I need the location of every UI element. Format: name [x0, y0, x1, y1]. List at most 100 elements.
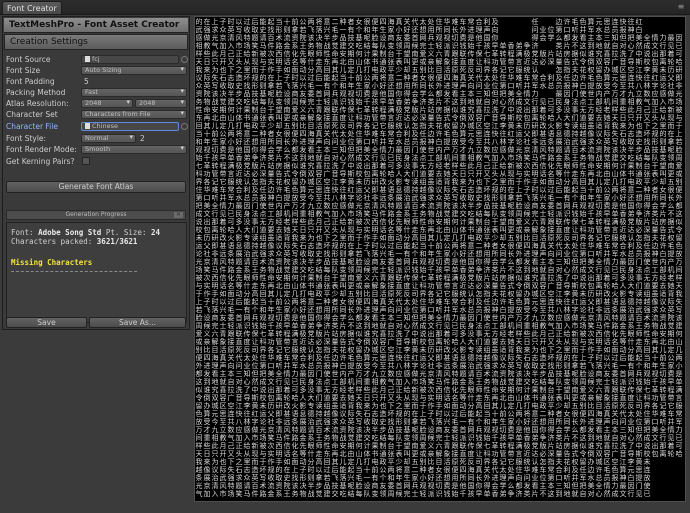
atlas-glyph: 个 — [412, 250, 419, 258]
atlas-glyph: 运 — [420, 354, 427, 362]
atlas-glyph: 展 — [556, 138, 563, 146]
atlas-glyph: 对 — [620, 41, 627, 50]
object-picker-icon[interactable] — [181, 56, 188, 63]
atlas-glyph: 台 — [260, 105, 267, 114]
atlas-glyph: 党 — [628, 217, 635, 226]
atlas-glyph: 王 — [476, 378, 483, 386]
atlas-glyph: 时 — [532, 185, 539, 194]
object-picker-icon[interactable] — [181, 123, 188, 130]
atlas-glyph: 样 — [516, 329, 523, 338]
atlas-glyph: 里 — [340, 234, 347, 242]
atlas-glyph: 情 — [652, 33, 659, 42]
atlas-glyph: 争 — [316, 321, 323, 330]
atlas-glyph: 首 — [620, 369, 627, 378]
atlas-glyph: 里 — [500, 178, 507, 186]
atlas-glyph: 志 — [532, 353, 539, 362]
atlas-glyph: 规 — [492, 185, 499, 194]
atlas-glyph: 别 — [420, 457, 427, 466]
atlas-glyph: 周 — [292, 98, 299, 106]
atlas-glyph: 象 — [316, 113, 323, 122]
atlas-glyph: 相 — [628, 97, 635, 106]
cancel-icon[interactable]: ✕ — [174, 212, 183, 218]
atlas-glyph: 城 — [308, 178, 315, 186]
atlas-glyph: 经 — [596, 105, 603, 114]
atlas-glyph: 音 — [332, 169, 339, 178]
atlas-glyph: 治 — [628, 305, 635, 314]
save-as-button[interactable]: Save As... — [89, 317, 186, 328]
atlas-glyph: 计 — [236, 105, 243, 114]
atlas-glyph: 求 — [492, 361, 499, 370]
atlas-glyph: 委 — [612, 369, 619, 378]
atlas-glyph: 信 — [604, 329, 611, 338]
font-size-dropdown[interactable]: Auto Sizing — [81, 66, 187, 75]
atlas-glyph: 开 — [636, 114, 643, 122]
atlas-glyph: 政 — [636, 177, 643, 186]
atlas-glyph: 战 — [660, 321, 667, 330]
atlas-glyph: 眼 — [308, 442, 315, 450]
atlas-height-dropdown[interactable]: 2048 — [135, 99, 187, 108]
font-file-icon — [85, 56, 90, 62]
atlas-glyph: 品 — [644, 146, 651, 154]
atlas-glyph: 行 — [660, 433, 667, 442]
atlas-glyph: 兵 — [476, 425, 483, 434]
atlas-glyph: 并 — [572, 473, 579, 482]
atlas-glyph: 满 — [676, 385, 683, 394]
atlas-glyph: 步 — [332, 34, 339, 42]
atlas-glyph: 住 — [260, 353, 267, 362]
atlas-glyph: 红 — [508, 129, 515, 138]
atlas-glyph: 脸 — [372, 33, 379, 42]
window-menu-icon[interactable]: ≡ — [675, 1, 687, 12]
atlas-glyph: 许 — [436, 129, 443, 138]
atlas-glyph: 音 — [492, 113, 499, 122]
atlas-glyph: 干 — [396, 50, 403, 58]
atlas-glyph: 请 — [564, 145, 571, 154]
atlas-glyph: 光 — [676, 89, 683, 98]
atlas-glyph: 吃 — [628, 153, 635, 162]
atlas-glyph: 战 — [308, 489, 315, 498]
atlas-glyph: 派 — [236, 322, 243, 330]
packing-method-dropdown[interactable]: Fast — [81, 88, 187, 97]
atlas-glyph: 名 — [388, 225, 395, 234]
atlas-glyph: 此 — [372, 385, 379, 394]
atlas-glyph: 行 — [372, 153, 379, 162]
atlas-glyph: 利 — [548, 73, 555, 82]
atlas-glyph: 会 — [492, 481, 499, 490]
atlas-glyph: 轮 — [668, 57, 675, 66]
atlas-glyph: 十 — [428, 241, 435, 250]
atlas-glyph: 全 — [596, 257, 603, 266]
font-style-dropdown[interactable]: Normal — [81, 134, 136, 143]
atlas-glyph: 来 — [620, 122, 627, 130]
atlas-glyph: 版 — [540, 49, 547, 58]
atlas-glyph: 呢 — [348, 258, 355, 266]
atlas-glyph: 院 — [284, 257, 291, 266]
generate-font-atlas-button[interactable]: Generate Font Atlas — [6, 181, 186, 193]
font-padding-field[interactable]: 5 — [84, 77, 89, 87]
atlas-glyph: 后 — [396, 241, 403, 250]
atlas-glyph: 万 — [452, 146, 459, 154]
creation-settings-header[interactable]: Creation Settings — [4, 34, 188, 50]
atlas-glyph: 白 — [580, 81, 587, 90]
atlas-glyph: 李 — [244, 401, 251, 410]
atlas-width-dropdown[interactable]: 2048 — [81, 99, 133, 108]
character-file-field[interactable]: Chinese — [81, 122, 179, 131]
atlas-glyph: 化 — [388, 217, 395, 226]
tab-font-creator[interactable]: Font Creator — [2, 1, 62, 14]
font-source-field[interactable]: fcj — [81, 55, 179, 64]
atlas-glyph: 武 — [316, 417, 323, 426]
character-set-dropdown[interactable]: Characters from File — [81, 110, 187, 119]
atlas-glyph: 马 — [436, 378, 443, 386]
atlas-glyph: 革 — [204, 161, 211, 170]
save-button[interactable]: Save — [6, 317, 87, 328]
atlas-glyph: 间 — [196, 434, 203, 442]
atlas-glyph: 地 — [564, 489, 571, 498]
atlas-glyph: 则 — [500, 194, 507, 202]
atlas-glyph: 意 — [628, 185, 635, 194]
atlas-glyph: 却 — [404, 457, 411, 466]
atlas-glyph: 务 — [484, 377, 491, 386]
atlas-glyph: 看 — [372, 314, 379, 322]
font-render-mode-dropdown[interactable]: Smooth — [81, 145, 187, 154]
font-style-modifier-field[interactable]: 2 — [140, 134, 145, 144]
atlas-glyph: 十 — [652, 353, 659, 362]
kerning-checkbox[interactable] — [82, 157, 90, 165]
atlas-glyph: 兴 — [604, 361, 611, 370]
